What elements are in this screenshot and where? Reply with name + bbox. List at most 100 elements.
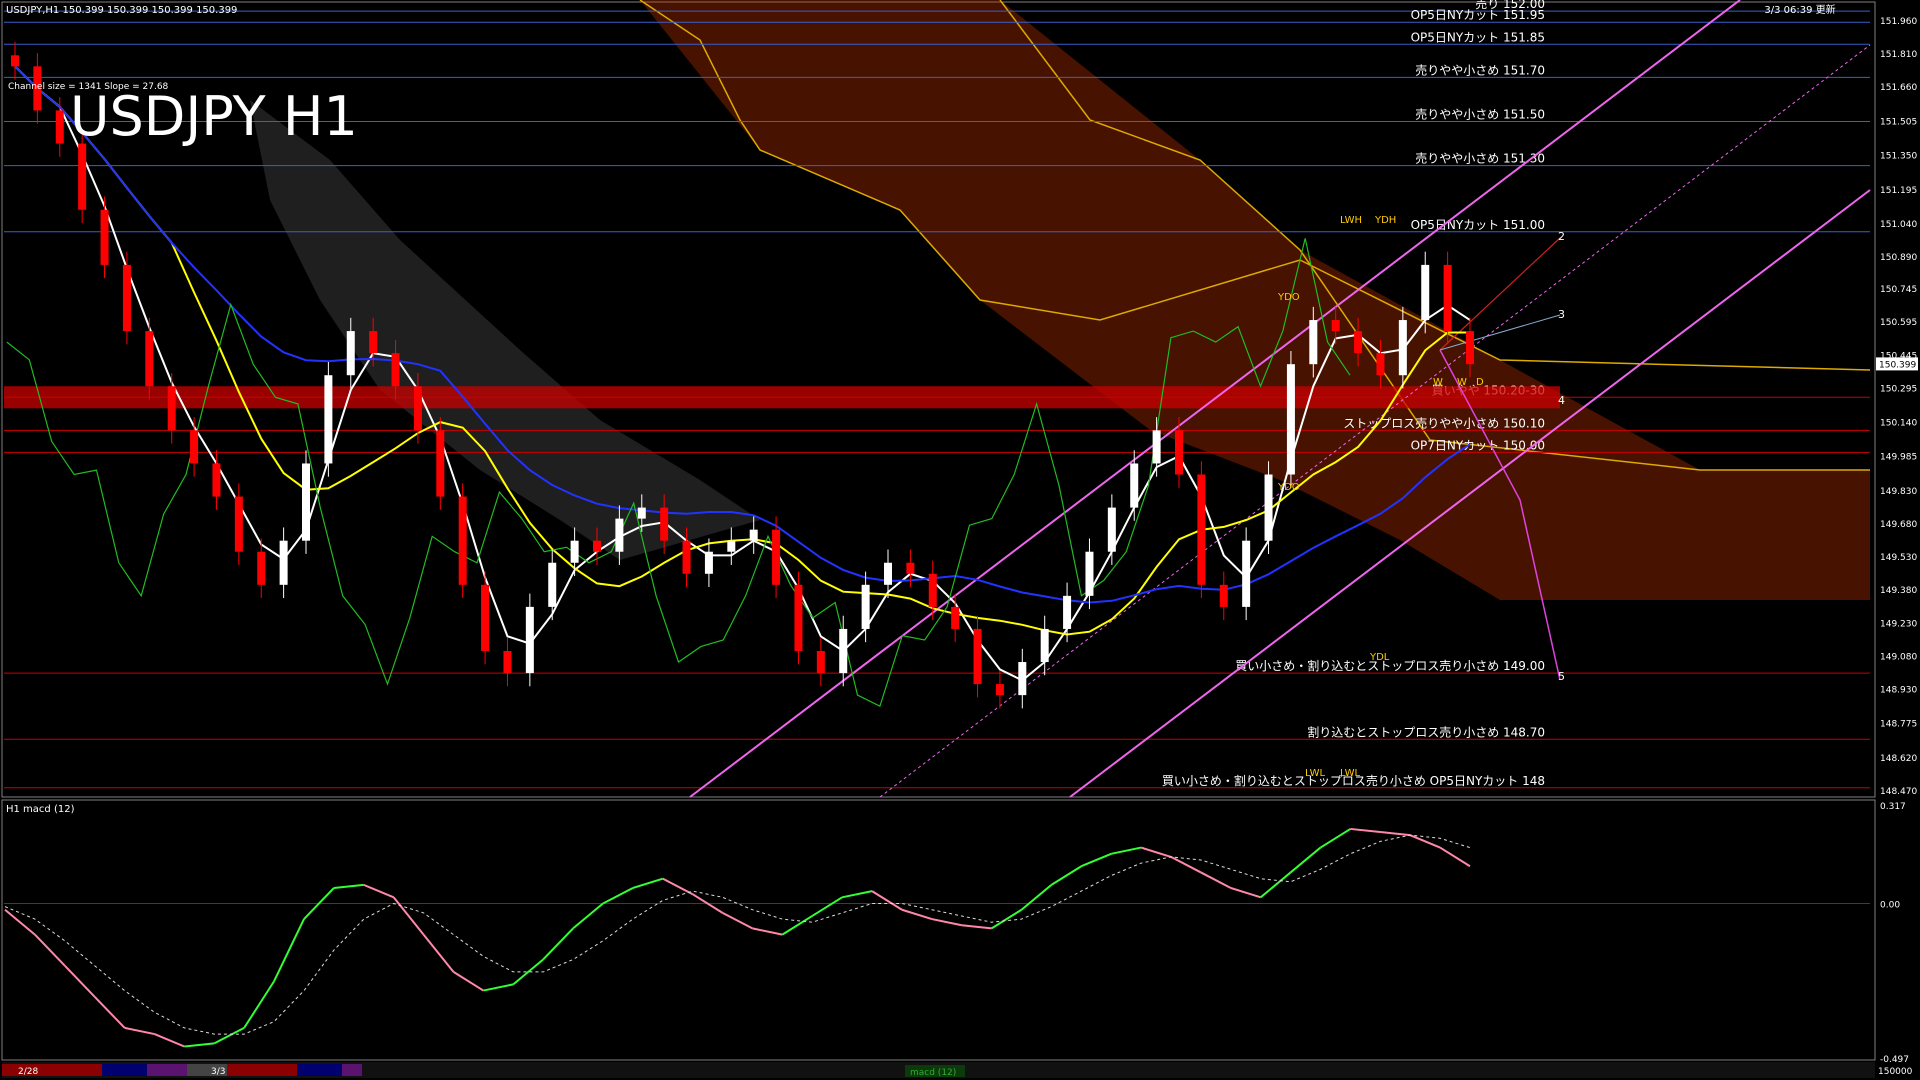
candle-body: [503, 651, 512, 674]
marker-label: LWL: [1340, 768, 1361, 779]
candle-body: [11, 55, 19, 67]
candle-body: [570, 540, 579, 563]
candle-body: [637, 507, 646, 519]
candle-body: [122, 264, 131, 332]
candle-body: [481, 584, 490, 652]
candle-body: [973, 628, 982, 685]
candle-body: [391, 353, 400, 387]
candle-body: [906, 562, 915, 574]
y-tick-label: 151.350: [1880, 152, 1917, 162]
candle-body: [593, 540, 601, 552]
candle-body: [1152, 430, 1161, 464]
candle-body: [861, 584, 870, 629]
marker-label: D: [1476, 377, 1484, 388]
candle-body: [279, 540, 288, 585]
candle-body: [928, 573, 937, 607]
y-tick-label: 150.140: [1880, 419, 1917, 429]
candle-body: [1197, 474, 1206, 585]
y-tick-label: 149.530: [1880, 553, 1917, 563]
y-tick-label: 150.295: [1880, 384, 1917, 394]
candle-body: [1130, 463, 1139, 508]
projection-number: 3: [1558, 308, 1565, 321]
updated-time: 3/3 06:39 更新: [1764, 3, 1835, 16]
candle-body: [55, 110, 64, 144]
symbol-line: USDJPY,H1 150.399 150.399 150.399 150.39…: [6, 5, 237, 16]
candle-body: [369, 331, 378, 354]
candle-body: [1264, 474, 1273, 541]
date-label-1: 2/28: [18, 1067, 38, 1077]
candle-body: [1219, 584, 1228, 607]
level-label: OP5日NYカット 151.00: [1411, 218, 1545, 232]
projection-number: 2: [1558, 230, 1565, 243]
marker-label: YDH: [1374, 215, 1396, 226]
y-tick-label: 151.505: [1880, 117, 1917, 127]
candle-body: [1018, 662, 1027, 696]
candle-body: [346, 331, 355, 376]
candle-body: [1063, 595, 1072, 629]
candle-body: [1466, 331, 1474, 365]
candle-body: [212, 463, 221, 497]
candle-body: [839, 628, 848, 674]
candle-body: [1107, 507, 1116, 552]
candle-body: [1242, 540, 1251, 607]
candle-body: [413, 386, 422, 431]
marker-label: YDL: [1369, 652, 1390, 663]
candle-body: [794, 584, 803, 652]
chart-big-title: USDJPY H1: [70, 85, 358, 148]
candle-body: [1085, 551, 1094, 596]
y-tick-label: 148.620: [1880, 754, 1917, 764]
candle-body: [190, 430, 199, 464]
candle-body: [145, 331, 154, 387]
macd-y-tick: -0.497: [1880, 1055, 1909, 1065]
marker-label: W: [1457, 377, 1467, 388]
y-tick-label: 149.230: [1880, 619, 1917, 629]
candle-body: [324, 375, 333, 464]
candle-body: [1309, 320, 1318, 365]
y-tick-label: 151.040: [1880, 220, 1917, 230]
macd-y-tick: 0.00: [1880, 901, 1900, 911]
y-tick-label: 151.960: [1880, 17, 1917, 27]
candle-body: [257, 551, 266, 585]
date-label-2: 3/3: [211, 1067, 225, 1077]
candle-body: [1421, 264, 1430, 321]
level-label: OP5日NYカット 151.95: [1411, 8, 1545, 22]
candle-body: [100, 209, 109, 265]
candle-body: [727, 540, 736, 552]
candle-body: [1376, 353, 1385, 376]
candle-body: [1175, 430, 1183, 475]
y-tick-label: 149.080: [1880, 652, 1917, 662]
candle-body: [682, 540, 691, 574]
macd-tag: macd (12): [910, 1068, 956, 1078]
y-tick-label: 149.985: [1880, 453, 1917, 463]
marker-label: W: [1433, 377, 1443, 388]
y-tick-label: 151.195: [1880, 186, 1917, 196]
candle-body: [1040, 628, 1049, 663]
marker-label: LWH: [1340, 215, 1362, 226]
candle-body: [1354, 331, 1363, 354]
candle-body: [78, 143, 87, 210]
marker-label: YDO: [1277, 482, 1300, 493]
y-tick-label: 150.890: [1880, 253, 1917, 263]
candle-body: [548, 562, 557, 607]
level-label: 買い小さめ・割り込むとストップロス売り小さめ 149.00: [1235, 658, 1545, 673]
candle-body: [525, 606, 534, 674]
y-tick-label: 150.595: [1880, 318, 1917, 328]
candle-body: [884, 562, 892, 585]
candle-body: [704, 551, 713, 574]
candle-body: [816, 651, 825, 674]
marker-label: LWL: [1305, 768, 1326, 779]
bottom-right-value: 150000: [1878, 1067, 1913, 1077]
price-label: 150.399: [1879, 360, 1916, 370]
y-tick-label: 149.680: [1880, 520, 1917, 530]
macd-title: H1 macd (12): [6, 804, 75, 815]
y-tick-label: 150.745: [1880, 285, 1917, 295]
y-tick-label: 149.380: [1880, 586, 1917, 596]
candle-body: [615, 518, 624, 552]
level-label: OP7日NYカット 150.00: [1411, 438, 1545, 452]
chart-root: 売り 152.00OP5日NYカット 151.95OP5日NYカット 151.8…: [0, 0, 1920, 1080]
y-tick-label: 148.775: [1880, 720, 1917, 730]
candle-body: [458, 496, 467, 585]
level-label: OP5日NYカット 151.85: [1411, 30, 1545, 44]
level-label: 割り込むとストップロス売り小さめ 148.70: [1307, 724, 1545, 739]
y-tick-label: 148.930: [1880, 686, 1917, 696]
